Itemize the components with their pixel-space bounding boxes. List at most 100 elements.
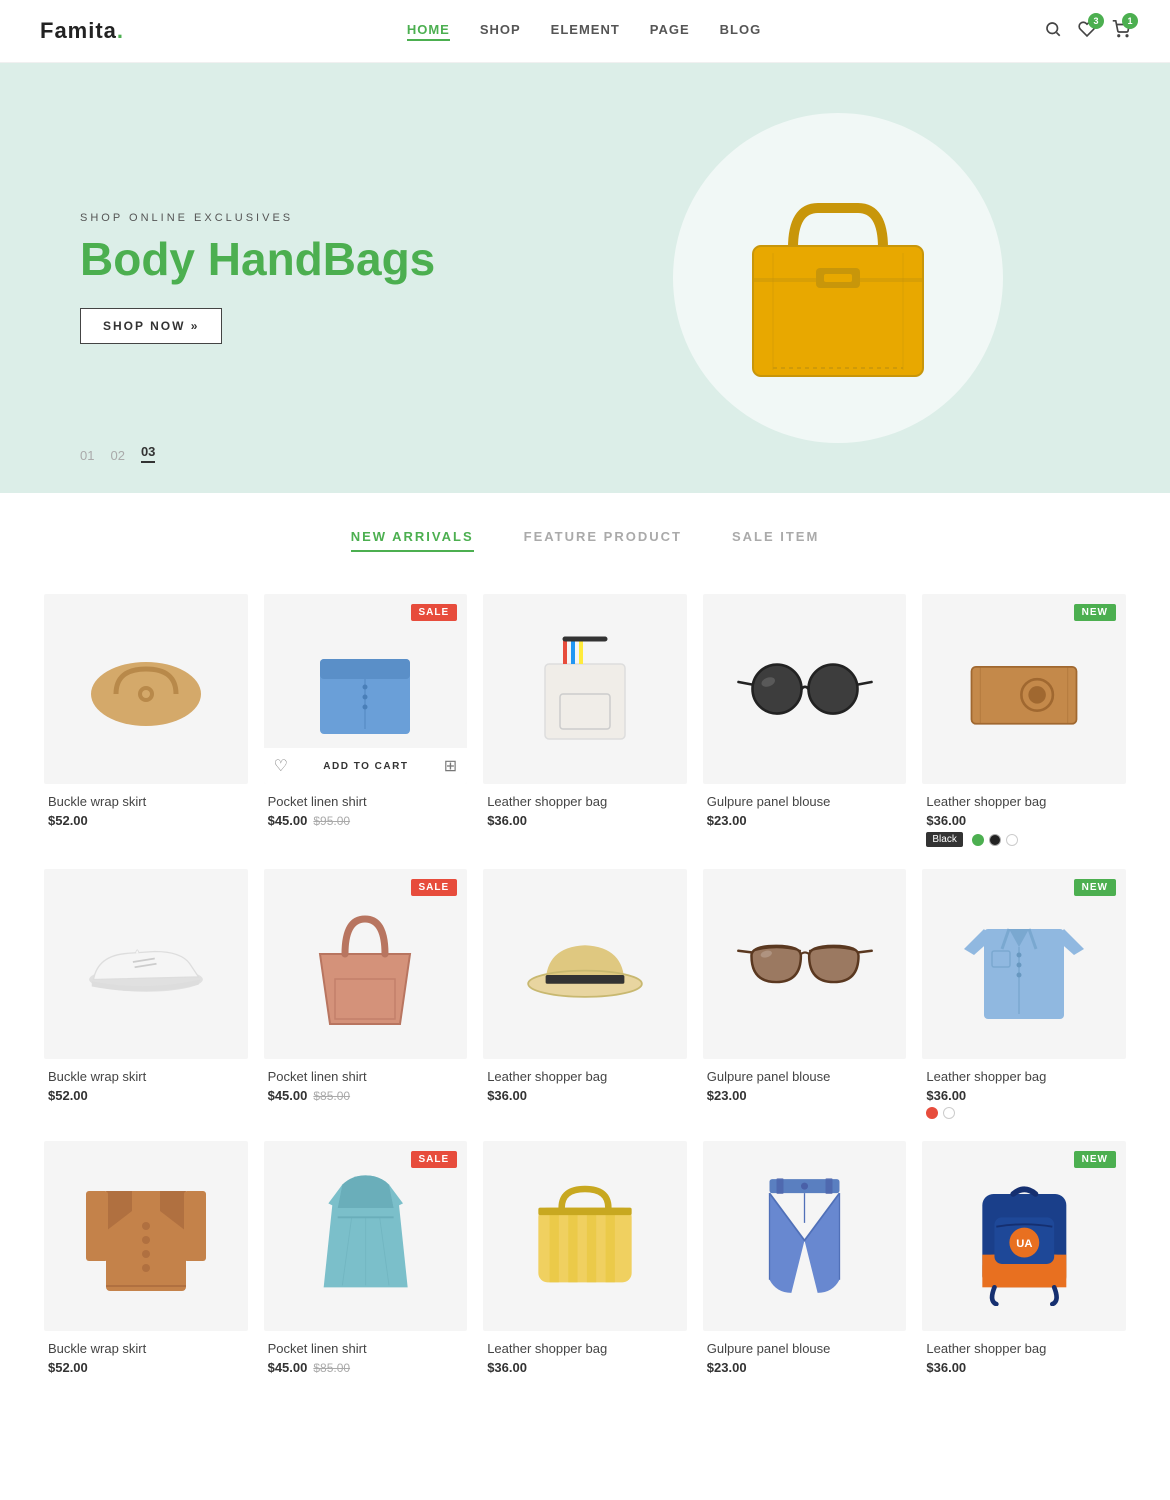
product-image-svg-6 (76, 920, 216, 1008)
product-name-14: Gulpure panel blouse (707, 1341, 903, 1356)
color-dot-red-10[interactable] (926, 1107, 938, 1119)
logo[interactable]: Famita. (40, 18, 124, 44)
product-actions-2: ♡ ADD TO CART ⊞ (264, 748, 468, 784)
product-image-14[interactable] (703, 1141, 907, 1331)
product-card-13: Leather shopper bag $36.00 (475, 1133, 695, 1389)
tab-sale-item[interactable]: SALE ITEM (732, 529, 819, 552)
product-image-8[interactable] (483, 869, 687, 1059)
product-price-8: $36.00 (487, 1088, 683, 1103)
cart-icon[interactable]: 1 (1112, 20, 1130, 43)
product-info-12: Pocket linen shirt $45.00$85.00 (264, 1331, 468, 1381)
product-image-6[interactable] (44, 869, 248, 1059)
nav-shop[interactable]: SHOP (480, 22, 521, 41)
tab-new-arrivals[interactable]: NEW ARRIVALS (351, 529, 474, 552)
product-info-5: Leather shopper bag $36.00 Black (922, 784, 1126, 853)
product-image-12[interactable]: SALE (264, 1141, 468, 1331)
product-image-13[interactable] (483, 1141, 687, 1331)
product-image-9[interactable] (703, 869, 907, 1059)
new-badge-10: NEW (1074, 879, 1116, 896)
search-icon[interactable] (1044, 20, 1062, 43)
product-image-11[interactable] (44, 1141, 248, 1331)
product-name-12: Pocket linen shirt (268, 1341, 464, 1356)
color-dot-white-5[interactable] (1006, 834, 1018, 846)
product-image-svg-9 (735, 931, 875, 997)
product-price-4: $23.00 (707, 813, 903, 828)
product-image-10[interactable]: NEW (922, 869, 1126, 1059)
product-card-11: Buckle wrap skirt $52.00 (36, 1133, 256, 1389)
nav-element[interactable]: ELEMENT (551, 22, 620, 41)
new-badge-5: NEW (1074, 604, 1116, 621)
product-price-11: $52.00 (48, 1360, 244, 1375)
product-image-svg-15: UA (959, 1166, 1090, 1306)
sale-badge-7: SALE (411, 879, 458, 896)
color-dot-black-5[interactable] (989, 834, 1001, 846)
new-badge-15: NEW (1074, 1151, 1116, 1168)
product-image-svg-10 (954, 899, 1094, 1029)
product-card-1: Buckle wrap skirt $52.00 (36, 586, 256, 861)
hero-subtitle: SHOP ONLINE EXCLUSIVES (80, 212, 585, 224)
product-image-svg-4 (735, 654, 875, 724)
product-info-9: Gulpure panel blouse $23.00 (703, 1059, 907, 1109)
nav-home[interactable]: HOME (407, 22, 450, 41)
product-image-svg-12 (305, 1166, 426, 1306)
product-price-7: $45.00$85.00 (268, 1088, 464, 1103)
nav-page[interactable]: PAGE (650, 22, 690, 41)
wishlist-action-icon[interactable]: ♡ (274, 756, 288, 776)
nav-links: HOME SHOP ELEMENT PAGE BLOG (407, 22, 761, 41)
hero-dot-2[interactable]: 02 (110, 448, 124, 463)
product-name-15: Leather shopper bag (926, 1341, 1122, 1356)
hero-section: SHOP ONLINE EXCLUSIVES Body HandBags SHO… (0, 63, 1170, 493)
color-dot-white-10[interactable] (943, 1107, 955, 1119)
color-label-5: Black (926, 832, 962, 847)
product-info-15: Leather shopper bag $36.00 (922, 1331, 1126, 1381)
product-price-14: $23.00 (707, 1360, 903, 1375)
shop-now-button[interactable]: SHOP NOW » (80, 308, 222, 344)
product-image-svg-2 (295, 629, 435, 749)
hero-text: SHOP ONLINE EXCLUSIVES Body HandBags SHO… (80, 212, 585, 345)
product-image-2[interactable]: SALE ♡ ADD TO CART ⊞ (264, 594, 468, 784)
product-info-4: Gulpure panel blouse $23.00 (703, 784, 907, 834)
product-price-6: $52.00 (48, 1088, 244, 1103)
color-dots-10 (926, 1107, 1122, 1119)
product-name-6: Buckle wrap skirt (48, 1069, 244, 1084)
nav-blog[interactable]: BLOG (720, 22, 762, 41)
product-image-15[interactable]: NEW UA (922, 1141, 1126, 1331)
hero-dot-1[interactable]: 01 (80, 448, 94, 463)
product-info-7: Pocket linen shirt $45.00$85.00 (264, 1059, 468, 1109)
tab-feature-product[interactable]: FEATURE PRODUCT (524, 529, 682, 552)
product-price-15: $36.00 (926, 1360, 1122, 1375)
product-card-3: Leather shopper bag $36.00 (475, 586, 695, 861)
product-card-9: Gulpure panel blouse $23.00 (695, 861, 915, 1133)
hero-dot-3[interactable]: 03 (141, 444, 155, 463)
product-image-1[interactable] (44, 594, 248, 784)
product-image-svg-8 (515, 912, 655, 1017)
product-card-6: Buckle wrap skirt $52.00 (36, 861, 256, 1133)
product-name-3: Leather shopper bag (487, 794, 683, 809)
product-info-6: Buckle wrap skirt $52.00 (44, 1059, 248, 1109)
product-image-5[interactable]: NEW (922, 594, 1126, 784)
old-price-2: $95.00 (313, 814, 350, 828)
product-image-svg-13 (515, 1175, 655, 1296)
product-name-5: Leather shopper bag (926, 794, 1122, 809)
product-image-svg-7 (295, 899, 435, 1029)
product-image-svg-14 (752, 1166, 857, 1306)
product-name-8: Leather shopper bag (487, 1069, 683, 1084)
product-tabs: NEW ARRIVALS FEATURE PRODUCT SALE ITEM (0, 493, 1170, 562)
product-price-1: $52.00 (48, 813, 244, 828)
product-info-2: Pocket linen shirt $45.00$95.00 (264, 784, 468, 834)
product-info-8: Leather shopper bag $36.00 (483, 1059, 687, 1109)
product-image-3[interactable] (483, 594, 687, 784)
product-price-5: $36.00 (926, 813, 1122, 828)
product-info-11: Buckle wrap skirt $52.00 (44, 1331, 248, 1381)
wishlist-icon[interactable]: 3 (1078, 20, 1096, 43)
product-image-4[interactable] (703, 594, 907, 784)
old-price-12: $85.00 (313, 1361, 350, 1375)
product-image-svg-3 (515, 629, 655, 749)
product-card-5: NEW Leather shopper bag $36.00 Black (914, 586, 1134, 861)
quickview-action-icon[interactable]: ⊞ (444, 756, 457, 776)
add-to-cart-button-2[interactable]: ADD TO CART (288, 761, 444, 772)
product-info-13: Leather shopper bag $36.00 (483, 1331, 687, 1381)
product-image-7[interactable]: SALE (264, 869, 468, 1059)
color-dot-green-5[interactable] (972, 834, 984, 846)
product-card-15: NEW UA Leather sho (914, 1133, 1134, 1389)
